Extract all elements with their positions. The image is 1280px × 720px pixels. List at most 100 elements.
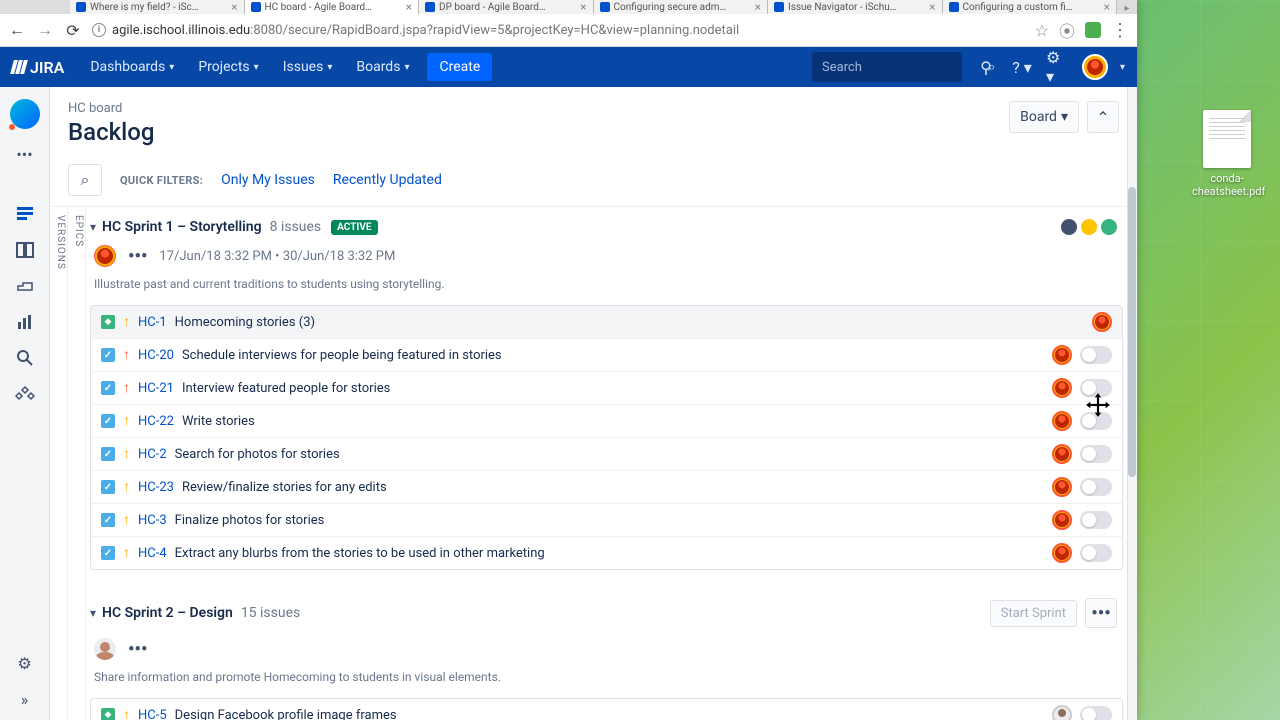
nav-boards[interactable]: Boards▾ <box>346 53 419 81</box>
scrollbar[interactable] <box>1127 87 1137 720</box>
user-avatar[interactable] <box>1082 54 1108 80</box>
page-title: Backlog <box>68 118 1119 146</box>
assignee-avatar[interactable] <box>1052 543 1072 563</box>
nav-dashboards[interactable]: Dashboards▾ <box>80 53 184 81</box>
epics-panel-tab[interactable]: EPICS <box>68 207 86 720</box>
close-icon[interactable]: × <box>231 0 237 14</box>
site-info-icon[interactable]: i <box>92 23 106 37</box>
help-icon[interactable]: ? ▾ <box>1010 55 1034 79</box>
breadcrumb[interactable]: HC board <box>68 101 1119 116</box>
browser-tab[interactable]: Configuring secure adm…× <box>594 0 769 14</box>
sprint-owner-avatar[interactable] <box>94 638 116 660</box>
desktop-file[interactable]: conda-cheatsheet.pdf <box>1192 110 1262 198</box>
status-toggle[interactable] <box>1080 346 1112 364</box>
issue-row[interactable]: ↑HC-22Write stories <box>91 405 1122 438</box>
issue-row[interactable]: ↑HC-2Search for photos for stories <box>91 438 1122 471</box>
project-settings-icon[interactable]: ⚙ <box>14 652 36 674</box>
sprint-actions-icon[interactable]: ••• <box>128 639 147 660</box>
chevron-down-icon[interactable]: ▾ <box>90 606 96 620</box>
releases-icon[interactable] <box>14 275 36 297</box>
assignee-avatar[interactable] <box>1052 345 1072 365</box>
url-field[interactable]: i agile.ischool.illinois.edu:8080/secure… <box>92 23 1025 38</box>
sprint-more-button[interactable]: ••• <box>1085 598 1117 628</box>
filter-recently-updated[interactable]: Recently Updated <box>333 172 442 188</box>
assignee-avatar[interactable] <box>1052 510 1072 530</box>
filter-search-button[interactable]: ⌕ <box>68 164 102 196</box>
bookmark-icon[interactable]: ☆ <box>1035 21 1049 40</box>
browser-tab[interactable]: Issue Navigator - iSchu…× <box>768 0 943 14</box>
sprint-actions-icon[interactable]: ••• <box>128 246 147 267</box>
issue-row[interactable]: ◆↑HC-1Homecoming stories (3) <box>91 306 1122 339</box>
sprint-header[interactable]: ▾ HC Sprint 1 – Storytelling 8 issues AC… <box>90 219 1137 239</box>
status-toggle[interactable] <box>1080 445 1112 463</box>
back-button[interactable]: ← <box>8 21 26 39</box>
filter-only-my-issues[interactable]: Only My Issues <box>221 172 315 188</box>
issues-icon[interactable] <box>14 347 36 369</box>
issue-key[interactable]: HC-2 <box>138 447 167 462</box>
close-icon[interactable]: × <box>929 0 935 14</box>
browser-tab[interactable]: Configuring a custom fi…× <box>943 0 1118 14</box>
nav-projects[interactable]: Projects▾ <box>188 53 268 81</box>
reports-icon[interactable] <box>14 311 36 333</box>
sprint-header[interactable]: ▾ HC Sprint 2 – Design 15 issues Start S… <box>90 598 1137 632</box>
search-input[interactable] <box>822 60 988 75</box>
browser-tab[interactable]: Where is my field? - iSc…× <box>70 0 245 14</box>
issue-key[interactable]: HC-22 <box>138 414 174 429</box>
backlog-icon[interactable] <box>14 203 36 225</box>
feedback-icon[interactable]: ⚲ <box>974 55 998 79</box>
status-toggle[interactable] <box>1080 706 1112 720</box>
issue-row[interactable]: ↑HC-21Interview featured people for stor… <box>91 372 1122 405</box>
browser-tab[interactable]: HC board - Agile Board…× <box>245 0 420 14</box>
issue-row[interactable]: ↑HC-3Finalize photos for stories <box>91 504 1122 537</box>
issue-key[interactable]: HC-20 <box>138 348 174 363</box>
global-search[interactable]: ⌕ <box>812 52 962 82</box>
issue-row[interactable]: ↑HC-20Schedule interviews for people bei… <box>91 339 1122 372</box>
issue-key[interactable]: HC-4 <box>138 546 167 561</box>
board-dropdown[interactable]: Board▾ <box>1009 101 1079 133</box>
issue-key[interactable]: HC-3 <box>138 513 167 528</box>
project-avatar[interactable] <box>10 99 40 129</box>
close-icon[interactable]: × <box>755 0 761 14</box>
assignee-avatar[interactable] <box>1052 705 1072 720</box>
extension-icon[interactable] <box>1085 22 1101 38</box>
chevron-down-icon[interactable]: ▾ <box>90 220 96 234</box>
issue-row[interactable]: ↑HC-4Extract any blurbs from the stories… <box>91 537 1122 569</box>
assignee-avatar[interactable] <box>1052 477 1072 497</box>
issue-key[interactable]: HC-1 <box>138 315 167 330</box>
components-icon[interactable] <box>14 383 36 405</box>
board-icon[interactable] <box>14 239 36 261</box>
logo-text: JIRA <box>30 58 64 77</box>
issue-key[interactable]: HC-5 <box>138 708 167 720</box>
assignee-avatar[interactable] <box>1052 444 1072 464</box>
new-tab-button[interactable]: ▸ <box>1117 3 1137 14</box>
close-icon[interactable]: × <box>1104 0 1110 14</box>
nav-issues[interactable]: Issues▾ <box>273 53 343 81</box>
assignee-avatar[interactable] <box>1052 411 1072 431</box>
create-button[interactable]: Create <box>427 53 492 81</box>
status-toggle[interactable] <box>1080 511 1112 529</box>
collapse-button[interactable]: ⌃ <box>1087 101 1119 133</box>
status-toggle[interactable] <box>1080 478 1112 496</box>
issue-key[interactable]: HC-23 <box>138 480 174 495</box>
favicon-icon <box>425 2 435 12</box>
start-sprint-button[interactable]: Start Sprint <box>990 600 1077 627</box>
jira-logo[interactable]: JIRA <box>12 58 64 77</box>
translate-icon[interactable]: ⦿ <box>1059 18 1075 42</box>
browser-menu-icon[interactable]: ⋮ <box>1111 20 1129 41</box>
versions-panel-tab[interactable]: VERSIONS <box>50 207 68 720</box>
issue-key[interactable]: HC-21 <box>138 381 174 396</box>
status-toggle[interactable] <box>1080 544 1112 562</box>
close-icon[interactable]: × <box>580 0 586 14</box>
settings-icon[interactable]: ⚙ ▾ <box>1046 55 1070 79</box>
issue-row[interactable]: ◆↑HC-5Design Facebook profile image fram… <box>91 699 1122 720</box>
collapse-sidebar-icon[interactable]: » <box>14 688 36 710</box>
close-icon[interactable]: × <box>406 0 412 14</box>
reload-button[interactable]: ⟳ <box>64 21 82 39</box>
issue-row[interactable]: ↑HC-23Review/finalize stories for any ed… <box>91 471 1122 504</box>
forward-button[interactable]: → <box>36 21 54 39</box>
more-icon[interactable]: ••• <box>14 143 36 165</box>
browser-tab[interactable]: DP board - Agile Board…× <box>419 0 594 14</box>
sprint-owner-avatar[interactable] <box>94 245 116 267</box>
assignee-avatar[interactable] <box>1092 312 1112 332</box>
assignee-avatar[interactable] <box>1052 378 1072 398</box>
